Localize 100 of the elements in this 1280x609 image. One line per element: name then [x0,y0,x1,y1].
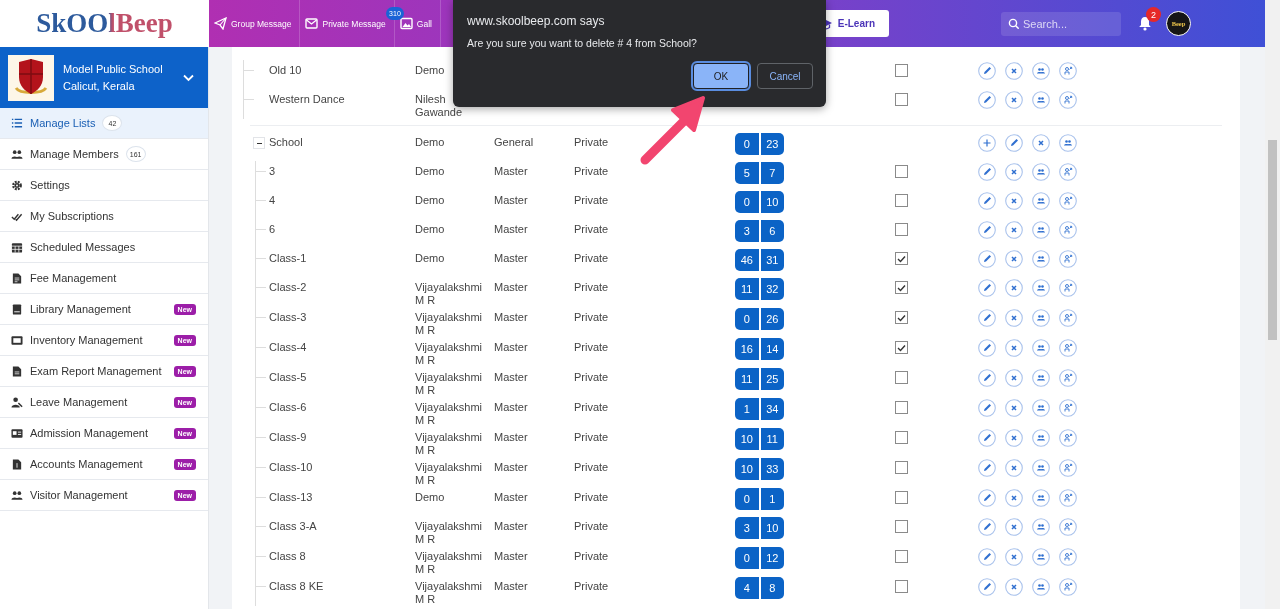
pencil-icon[interactable] [978,369,996,387]
users-icon[interactable] [1032,221,1050,239]
pencil-icon[interactable] [978,399,996,417]
school-location: Calicut, Kerala [63,80,136,92]
close-icon[interactable] [1005,91,1023,109]
sidebar-item[interactable]: Scheduled Messages [0,232,208,263]
pencil-icon[interactable] [978,309,996,327]
member-count-badge[interactable]: 0 23 [735,133,784,155]
collapse-toggle[interactable] [253,137,265,149]
member-count-badge[interactable]: 0 26 [735,308,784,330]
dialog-button[interactable]: OK [693,63,749,89]
checkbox[interactable] [895,223,908,236]
checkbox[interactable] [895,491,908,504]
users-icon[interactable] [1032,192,1050,210]
checkbox[interactable] [895,401,908,414]
checkbox[interactable] [895,550,908,563]
pencil-icon[interactable] [978,339,996,357]
checkbox[interactable] [895,281,908,294]
checkbox[interactable] [895,580,908,593]
close-icon[interactable] [1005,62,1023,80]
close-icon[interactable] [1005,339,1023,357]
member-count-badge[interactable]: 0 10 [735,191,784,213]
close-icon[interactable] [1032,134,1050,152]
dialog-button[interactable]: Cancel [757,63,813,89]
plus-icon[interactable] [978,134,996,152]
checkbox[interactable] [895,93,908,106]
close-icon[interactable] [1005,399,1023,417]
school-card[interactable]: Model Public School Calicut, Kerala [0,47,208,108]
users-icon[interactable] [1032,548,1050,566]
sidebar-item[interactable]: My Subscriptions [0,201,208,232]
member-count-badge[interactable]: 3 10 [735,517,784,539]
users-icon[interactable] [1059,134,1077,152]
member-count-badge[interactable]: 10 33 [735,458,784,480]
pencil-icon[interactable] [1005,134,1023,152]
member-count-badge[interactable]: 1 34 [735,398,784,420]
member-count-badge[interactable]: 11 25 [735,368,784,390]
pencil-icon[interactable] [978,489,996,507]
pencil-icon[interactable] [978,459,996,477]
users-icon[interactable] [1032,578,1050,596]
scrollbar[interactable] [1268,140,1277,340]
checkbox[interactable] [895,431,908,444]
pencil-icon[interactable] [978,279,996,297]
pencil-icon[interactable] [978,429,996,447]
member-count-badge[interactable]: 10 11 [735,428,784,450]
checkbox[interactable] [895,194,908,207]
checkbox[interactable] [895,311,908,324]
member-count-badge[interactable]: 46 31 [735,249,784,271]
users-icon[interactable] [1032,399,1050,417]
checkbox[interactable] [895,371,908,384]
member-count-badge[interactable]: 0 12 [735,547,784,569]
users-icon[interactable] [1032,279,1050,297]
close-icon[interactable] [1005,459,1023,477]
users-icon[interactable] [1032,339,1050,357]
checkbox[interactable] [895,520,908,533]
bell-icon[interactable] [1138,16,1152,31]
close-icon[interactable] [1005,429,1023,447]
member-count-badge[interactable]: 0 1 [735,488,784,510]
users-icon[interactable] [1032,91,1050,109]
pencil-icon[interactable] [978,192,996,210]
close-icon[interactable] [1005,489,1023,507]
member-count-badge[interactable]: 16 14 [735,338,784,360]
member-count-badge[interactable]: 11 32 [735,278,784,300]
close-icon[interactable] [1005,279,1023,297]
pencil-icon[interactable] [978,91,996,109]
member-count-badge[interactable]: 3 6 [735,220,784,242]
close-icon[interactable] [1005,369,1023,387]
pencil-icon[interactable] [978,548,996,566]
member-count-badge[interactable]: 4 8 [735,577,784,599]
sidebar-item[interactable]: Settings [0,170,208,201]
users-icon[interactable] [1032,250,1050,268]
users-icon[interactable] [1032,518,1050,536]
users-icon[interactable] [1032,429,1050,447]
users-icon[interactable] [1032,369,1050,387]
close-icon[interactable] [1005,250,1023,268]
checkbox[interactable] [895,165,908,178]
sidebar-item[interactable]: Fee Management [0,263,208,294]
close-icon[interactable] [1005,163,1023,181]
pencil-icon[interactable] [978,163,996,181]
pencil-icon[interactable] [978,221,996,239]
pencil-icon[interactable] [978,250,996,268]
close-icon[interactable] [1005,518,1023,536]
users-icon[interactable] [1032,309,1050,327]
checkbox[interactable] [895,341,908,354]
users-icon[interactable] [1032,62,1050,80]
close-icon[interactable] [1005,309,1023,327]
checkbox[interactable] [895,461,908,474]
users-icon[interactable] [1032,459,1050,477]
member-count-badge[interactable]: 5 7 [735,162,784,184]
close-icon[interactable] [1005,221,1023,239]
checkbox[interactable] [895,64,908,77]
chevron-down-icon[interactable] [183,73,194,82]
pencil-icon[interactable] [978,518,996,536]
close-icon[interactable] [1005,192,1023,210]
pencil-icon[interactable] [978,62,996,80]
close-icon[interactable] [1005,578,1023,596]
close-icon[interactable] [1005,548,1023,566]
users-icon[interactable] [1032,163,1050,181]
checkbox[interactable] [895,252,908,265]
pencil-icon[interactable] [978,578,996,596]
users-icon[interactable] [1032,489,1050,507]
